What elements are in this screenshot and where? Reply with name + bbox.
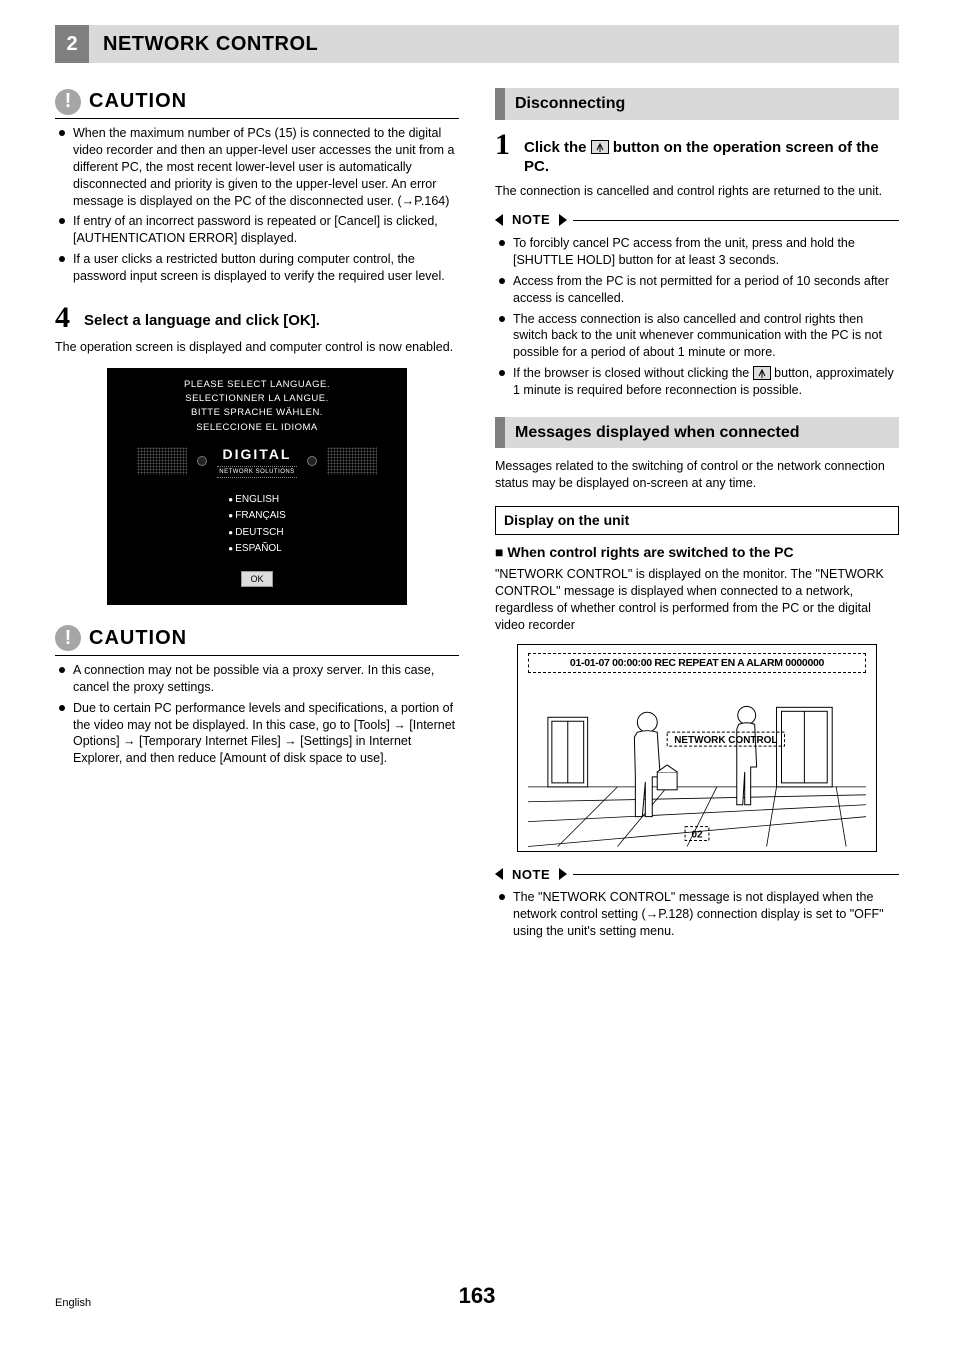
list-item: The "NETWORK CONTROL" message is not dis… — [495, 889, 899, 940]
language-option[interactable]: ENGLISH — [228, 493, 286, 507]
chapter-header: 2 NETWORK CONTROL — [55, 25, 899, 63]
monitor-scene: NETWORK CONTROL 02 — [528, 677, 866, 847]
language-dialog-figure: PLEASE SELECT LANGUAGE.SELECTIONNER LA L… — [107, 368, 407, 605]
caution-icon: ! — [55, 625, 81, 651]
display-subheading: Display on the unit — [495, 506, 899, 535]
list-item: If the browser is closed without clickin… — [495, 365, 899, 399]
step-1-number: 1 — [495, 130, 510, 160]
panel-grille-right — [327, 447, 377, 475]
caution-heading: ! CAUTION — [55, 88, 459, 119]
caution-list-2: A connection may not be possible via a p… — [55, 662, 459, 767]
language-option[interactable]: FRANÇAIS — [228, 509, 286, 523]
disconnect-icon — [591, 140, 609, 154]
page-footer: English 163 — [55, 1296, 899, 1311]
step-4-number: 4 — [55, 303, 70, 333]
digital-logo: DIGITAL NETWORK SOLUTIONS — [217, 445, 297, 478]
caution-label: CAUTION — [89, 88, 187, 115]
step-4-title: Select a language and click [OK]. — [84, 311, 320, 331]
list-item: When the maximum number of PCs (15) is c… — [55, 125, 459, 209]
list-item: To forcibly cancel PC access from the un… — [495, 235, 899, 269]
list-item: If entry of an incorrect password is rep… — [55, 213, 459, 247]
osd-top-line: 01-01-07 00:00:00 REC REPEAT EN A ALARM … — [528, 653, 866, 673]
step-1-body: The connection is cancelled and control … — [495, 183, 899, 200]
chapter-number: 2 — [55, 25, 89, 63]
footer-language: English — [55, 1296, 91, 1311]
language-option[interactable]: DEUTSCH — [228, 526, 286, 540]
right-column: Disconnecting 1 Click the button on the … — [495, 88, 899, 958]
list-item: A connection may not be possible via a p… — [55, 662, 459, 696]
language-options: ENGLISH FRANÇAIS DEUTSCH ESPAÑOL — [228, 490, 286, 559]
caution-label: CAUTION — [89, 625, 187, 652]
note-heading-1: NOTE — [495, 211, 899, 229]
list-item: Access from the PC is not permitted for … — [495, 273, 899, 307]
left-column: ! CAUTION When the maximum number of PCs… — [55, 88, 459, 958]
step-4: 4 Select a language and click [OK]. — [55, 303, 459, 333]
messages-intro: Messages related to the switching of con… — [495, 458, 899, 492]
monitor-figure: 01-01-07 00:00:00 REC REPEAT EN A ALARM … — [517, 644, 877, 852]
note-arrow-left-icon — [495, 214, 503, 226]
screw-icon — [197, 456, 207, 466]
note-list-2: The "NETWORK CONTROL" message is not dis… — [495, 889, 899, 940]
list-item: The access connection is also cancelled … — [495, 311, 899, 362]
disconnecting-heading: Disconnecting — [495, 88, 899, 120]
ok-button[interactable]: OK — [241, 571, 272, 587]
disconnect-icon — [753, 366, 771, 380]
messages-heading: Messages displayed when connected — [495, 417, 899, 449]
page-number: 163 — [459, 1281, 496, 1311]
note-arrow-left-icon — [495, 868, 503, 880]
osd-center-label: NETWORK CONTROL — [674, 735, 777, 746]
caution-heading-2: ! CAUTION — [55, 625, 459, 656]
step-4-body: The operation screen is displayed and co… — [55, 339, 459, 356]
chapter-title: NETWORK CONTROL — [103, 31, 318, 58]
list-item: If a user clicks a restricted button dur… — [55, 251, 459, 285]
step-1: 1 Click the button on the operation scre… — [495, 130, 899, 177]
caution-list-1: When the maximum number of PCs (15) is c… — [55, 125, 459, 285]
switched-body: "NETWORK CONTROL" is displayed on the mo… — [495, 566, 899, 634]
language-option[interactable]: ESPAÑOL — [228, 542, 286, 556]
note-list-1: To forcibly cancel PC access from the un… — [495, 235, 899, 399]
language-prompt-text: PLEASE SELECT LANGUAGE.SELECTIONNER LA L… — [107, 378, 407, 435]
osd-cam-label: 02 — [691, 829, 703, 840]
note-arrow-right-icon — [559, 868, 567, 880]
note-arrow-right-icon — [559, 214, 567, 226]
step-1-title: Click the button on the operation screen… — [524, 138, 899, 177]
switched-heading: When control rights are switched to the … — [495, 543, 899, 562]
panel-grille-left — [137, 447, 187, 475]
screw-icon — [307, 456, 317, 466]
list-item: Due to certain PC performance levels and… — [55, 700, 459, 768]
caution-icon: ! — [55, 89, 81, 115]
note-heading-2: NOTE — [495, 866, 899, 884]
